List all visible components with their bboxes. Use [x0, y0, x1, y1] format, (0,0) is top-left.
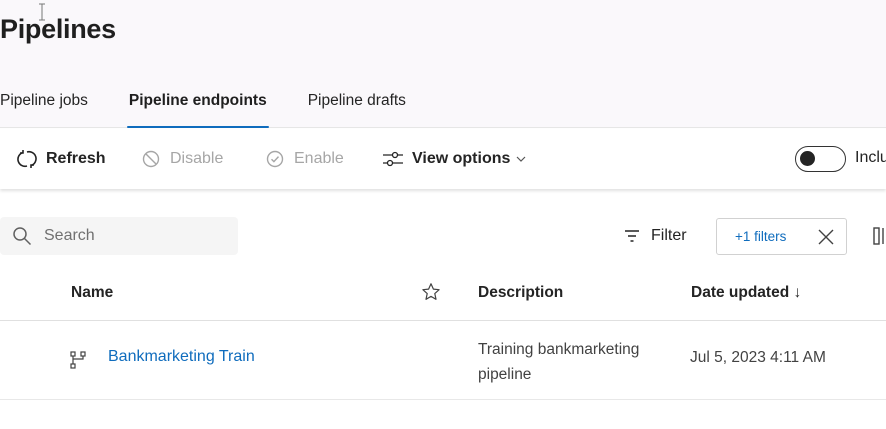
include-toggle[interactable]	[795, 146, 846, 172]
pipeline-name-link[interactable]: Bankmarketing Train	[108, 348, 255, 366]
refresh-button[interactable]: Refresh	[16, 147, 106, 171]
filter-icon	[625, 230, 639, 242]
close-icon[interactable]	[817, 228, 835, 246]
view-options-icon	[382, 148, 404, 170]
page-header: Pipelines Pipeline jobs Pipeline endpoin…	[0, 0, 886, 128]
enable-icon	[264, 148, 286, 170]
table-header-row: Name Description Date updated ↓	[0, 270, 886, 321]
filter-button[interactable]: Filter	[622, 226, 687, 246]
disable-button[interactable]: Disable	[140, 147, 223, 171]
page-title: Pipelines	[0, 14, 116, 44]
filters-count[interactable]: +1 filters	[735, 229, 786, 244]
refresh-label: Refresh	[46, 150, 106, 167]
toggle-label: Inclu	[855, 149, 886, 166]
pipeline-description: Training bankmarketing pipeline	[478, 341, 640, 383]
disable-icon	[140, 148, 162, 170]
enable-button[interactable]: Enable	[264, 147, 344, 171]
column-header-name[interactable]: Name	[71, 284, 113, 302]
refresh-icon	[16, 148, 38, 170]
pipeline-icon	[70, 351, 86, 369]
command-bar: Refresh Disable Enable View options	[0, 129, 886, 189]
disable-label: Disable	[170, 150, 224, 167]
view-options-button[interactable]: View options	[382, 147, 527, 171]
search-box	[0, 217, 238, 255]
toggle-knob	[800, 151, 815, 166]
star-icon[interactable]	[421, 282, 441, 302]
columns-icon[interactable]	[873, 226, 886, 246]
tab-pipeline-drafts[interactable]: Pipeline drafts	[308, 88, 406, 128]
chevron-down-icon	[516, 156, 526, 162]
active-filters-chip[interactable]: +1 filters	[716, 218, 847, 255]
column-header-date-updated[interactable]: Date updated ↓	[691, 284, 801, 302]
filter-label: Filter	[651, 227, 687, 244]
tab-pipeline-jobs[interactable]: Pipeline jobs	[0, 88, 88, 128]
view-options-label: View options	[412, 150, 511, 167]
table-row[interactable]: Bankmarketing Train Training bankmarketi…	[0, 321, 886, 400]
tab-pipeline-endpoints[interactable]: Pipeline endpoints	[126, 88, 269, 128]
pipeline-date-updated: Jul 5, 2023 4:11 AM	[690, 349, 826, 366]
enable-label: Enable	[294, 150, 344, 167]
tab-bar: Pipeline jobs Pipeline endpoints Pipelin…	[0, 88, 406, 128]
search-input[interactable]	[44, 225, 224, 247]
search-icon	[13, 227, 32, 246]
column-header-description[interactable]: Description	[478, 284, 563, 302]
